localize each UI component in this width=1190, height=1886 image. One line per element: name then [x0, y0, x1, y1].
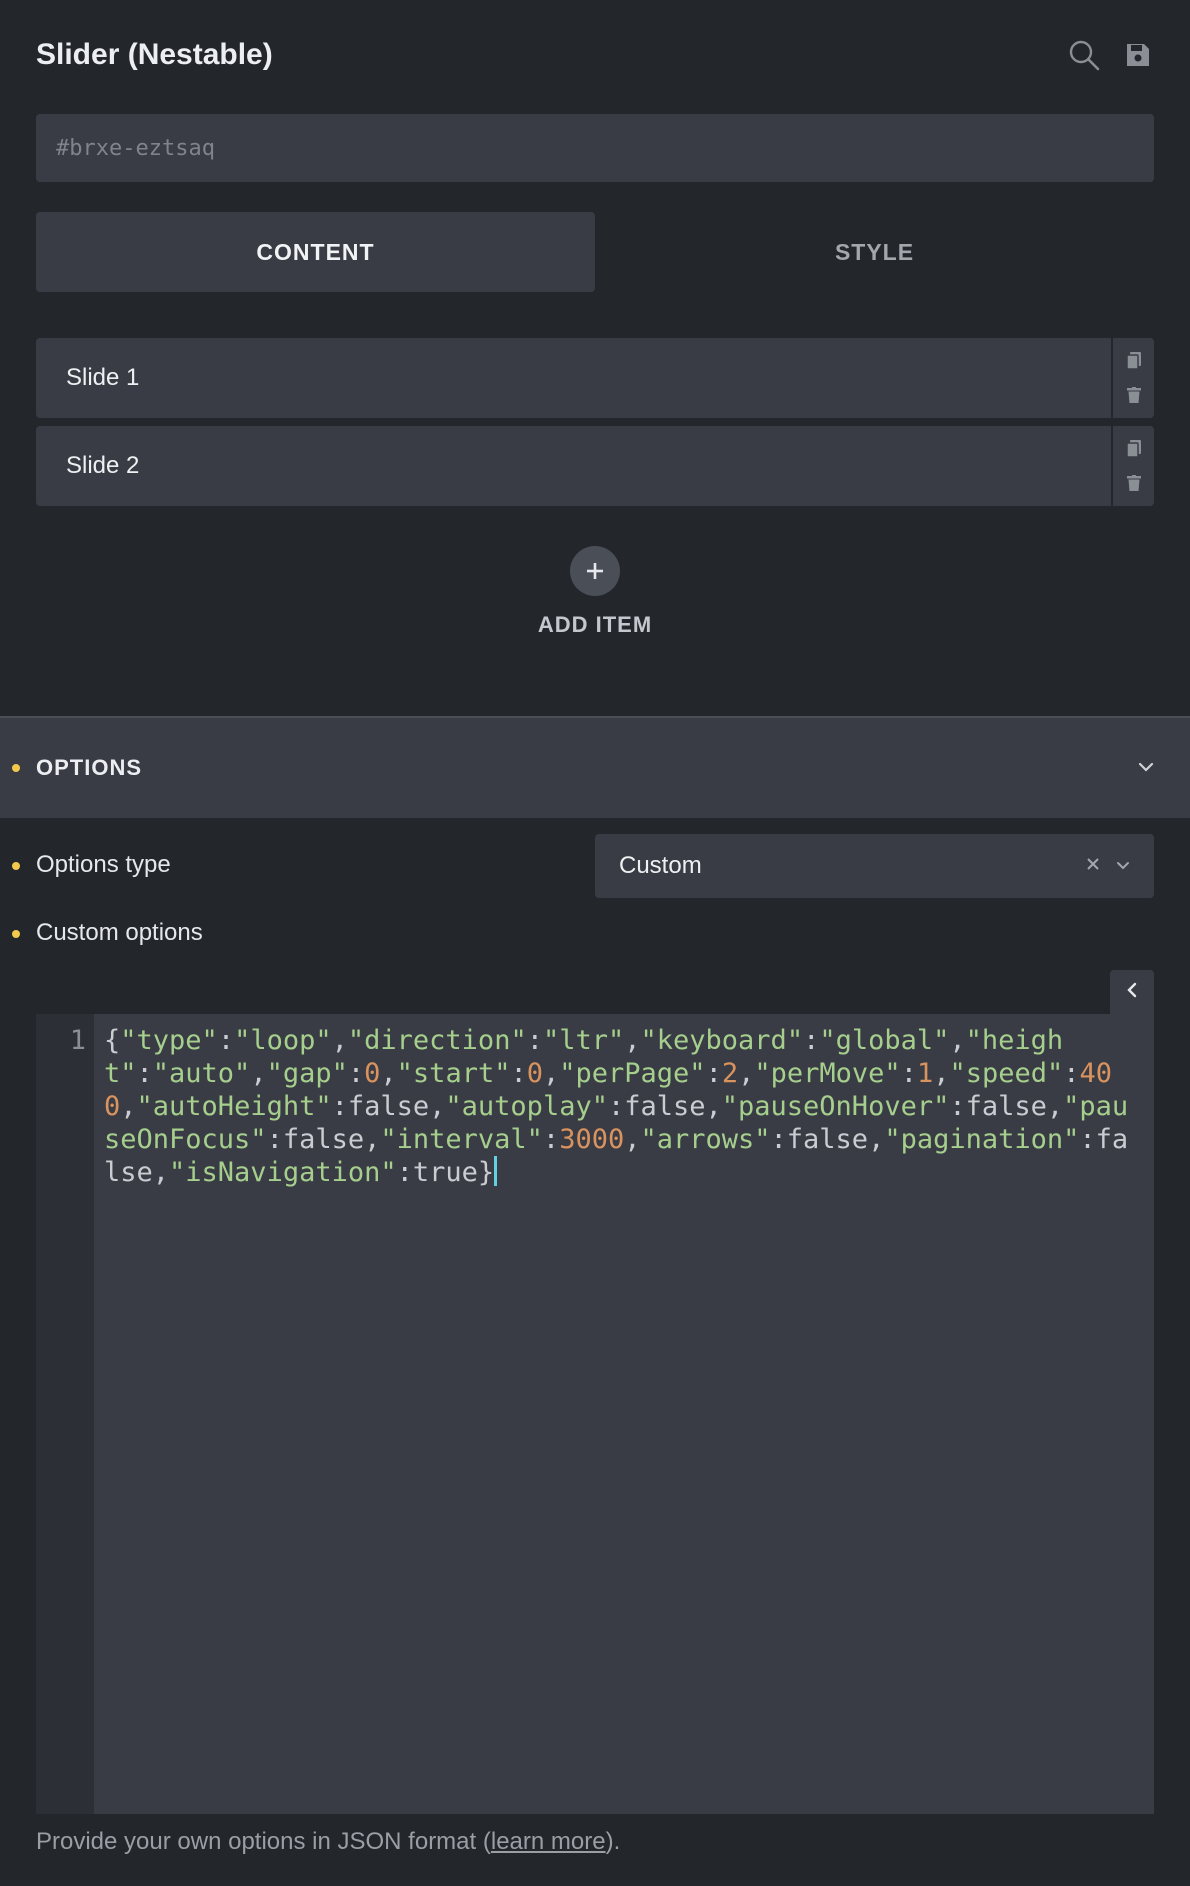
- code-punct-token: ,: [738, 1058, 755, 1089]
- options-type-label: Options type: [36, 851, 171, 878]
- code-string-token: "pagination": [884, 1124, 1080, 1155]
- code-number-token: 3000: [559, 1124, 625, 1155]
- code-string-token: "global": [819, 1025, 950, 1056]
- custom-options-label: Custom options: [36, 919, 203, 946]
- clone-icon[interactable]: [1124, 351, 1144, 371]
- text-cursor: [494, 1156, 498, 1186]
- code-editor[interactable]: 1 {"type":"loop","direction":"ltr","keyb…: [36, 1014, 1154, 1814]
- code-number-token: 2: [721, 1058, 739, 1089]
- trash-icon[interactable]: [1124, 473, 1144, 493]
- code-string-token: "loop": [234, 1025, 332, 1056]
- code-string-token: "isNavigation": [169, 1157, 397, 1188]
- code-number-token: 0: [526, 1058, 543, 1089]
- options-type-select[interactable]: Custom: [595, 834, 1154, 898]
- code-string-token: "pauseOnHover": [721, 1091, 950, 1122]
- code-string-token: "ltr": [542, 1025, 625, 1056]
- options-type-value: Custom: [619, 852, 702, 879]
- code-punct-token: ,: [331, 1025, 348, 1056]
- chevron-left-icon: [1127, 982, 1137, 1003]
- code-content[interactable]: {"type":"loop","direction":"ltr","keyboa…: [94, 1014, 1154, 1814]
- code-punct-token: :true}: [396, 1157, 495, 1188]
- code-punct-token: :: [217, 1025, 235, 1056]
- line-number: 1: [36, 1014, 94, 1814]
- code-string-token: "autoplay": [445, 1091, 608, 1122]
- plus-icon: [570, 546, 620, 596]
- slide-item-title[interactable]: Slide 2: [36, 426, 1111, 506]
- changed-indicator-dot: [12, 930, 20, 938]
- repeater-item: Slide 1: [36, 338, 1154, 418]
- element-panel: Slider (Nestable) CONTENT STYLE Slide 1 …: [0, 0, 1190, 1886]
- editor-collapse-button[interactable]: [1110, 970, 1154, 1014]
- help-text: Provide your own options in JSON format …: [36, 1828, 620, 1856]
- code-punct-token: :: [526, 1025, 543, 1056]
- code-string-token: "perPage": [559, 1058, 706, 1089]
- code-punct-token: :false,: [266, 1124, 381, 1155]
- tab-style[interactable]: STYLE: [595, 212, 1154, 292]
- code-string-token: "type": [120, 1025, 218, 1056]
- code-punct-token: :: [900, 1058, 917, 1089]
- code-punct-token: :false,: [607, 1091, 722, 1122]
- code-punct-token: :: [136, 1058, 153, 1089]
- code-number-token: 1: [916, 1058, 934, 1089]
- code-punct-token: :: [705, 1058, 722, 1089]
- header-actions: [1068, 39, 1154, 71]
- panel-tabs: CONTENT STYLE: [36, 212, 1154, 292]
- code-number-token: 0: [364, 1058, 381, 1089]
- panel-title: Slider (Nestable): [36, 38, 273, 71]
- chevron-down-icon: [1138, 759, 1154, 777]
- clear-icon[interactable]: [1086, 857, 1100, 876]
- code-punct-token: ,: [949, 1025, 966, 1056]
- code-string-token: "start": [396, 1058, 511, 1089]
- help-text-suffix: ).: [605, 1828, 621, 1855]
- code-punct-token: ,: [250, 1058, 267, 1089]
- code-string-token: "auto": [152, 1058, 251, 1089]
- code-punct-token: ,: [624, 1025, 641, 1056]
- select-actions: [1086, 857, 1130, 876]
- clone-icon[interactable]: [1124, 439, 1144, 459]
- code-string-token: "autoHeight": [136, 1091, 332, 1122]
- code-punct-token: :false,: [331, 1091, 446, 1122]
- code-punct-token: ,: [624, 1124, 641, 1155]
- slide-item-title[interactable]: Slide 1: [36, 338, 1111, 418]
- css-id-input[interactable]: [36, 114, 1154, 182]
- chevron-down-icon[interactable]: [1116, 857, 1130, 875]
- code-string-token: "arrows": [640, 1124, 771, 1155]
- slide-item-actions: [1113, 338, 1154, 418]
- code-string-token: "direction": [347, 1025, 527, 1056]
- code-string-token: "speed": [949, 1058, 1064, 1089]
- code-punct-token: :false,: [770, 1124, 885, 1155]
- save-icon[interactable]: [1122, 39, 1154, 71]
- slide-item-actions: [1113, 426, 1154, 506]
- code-punct-token: {: [104, 1025, 121, 1056]
- code-punct-token: :: [347, 1058, 365, 1089]
- repeater-item: Slide 2: [36, 426, 1154, 506]
- code-punct-token: :: [510, 1058, 527, 1089]
- code-punct-token: ,: [120, 1091, 137, 1122]
- add-item-label: ADD ITEM: [537, 612, 653, 637]
- code-punct-token: :: [1063, 1058, 1080, 1089]
- add-item-button[interactable]: ADD ITEM: [36, 546, 1154, 638]
- code-string-token: "perMove": [754, 1058, 901, 1089]
- changed-indicator-dot: [12, 862, 20, 870]
- options-group-header[interactable]: OPTIONS: [0, 716, 1190, 818]
- code-punct-token: :: [803, 1025, 820, 1056]
- code-punct-token: ,: [380, 1058, 397, 1089]
- search-icon[interactable]: [1068, 39, 1100, 71]
- code-punct-token: :: [542, 1124, 560, 1155]
- code-punct-token: :false,: [949, 1091, 1064, 1122]
- code-string-token: "interval": [380, 1124, 543, 1155]
- code-punct-token: ,: [543, 1058, 560, 1089]
- panel-header: Slider (Nestable): [36, 32, 1154, 78]
- options-group-title: OPTIONS: [36, 755, 143, 780]
- help-text-prefix: Provide your own options in JSON format …: [36, 1828, 491, 1855]
- code-string-token: "keyboard": [640, 1025, 804, 1056]
- changed-indicator-dot: [12, 764, 20, 772]
- learn-more-link[interactable]: learn more: [491, 1828, 606, 1855]
- tab-content[interactable]: CONTENT: [36, 212, 595, 292]
- code-string-token: "gap": [266, 1058, 348, 1089]
- code-punct-token: ,: [933, 1058, 950, 1089]
- trash-icon[interactable]: [1124, 385, 1144, 405]
